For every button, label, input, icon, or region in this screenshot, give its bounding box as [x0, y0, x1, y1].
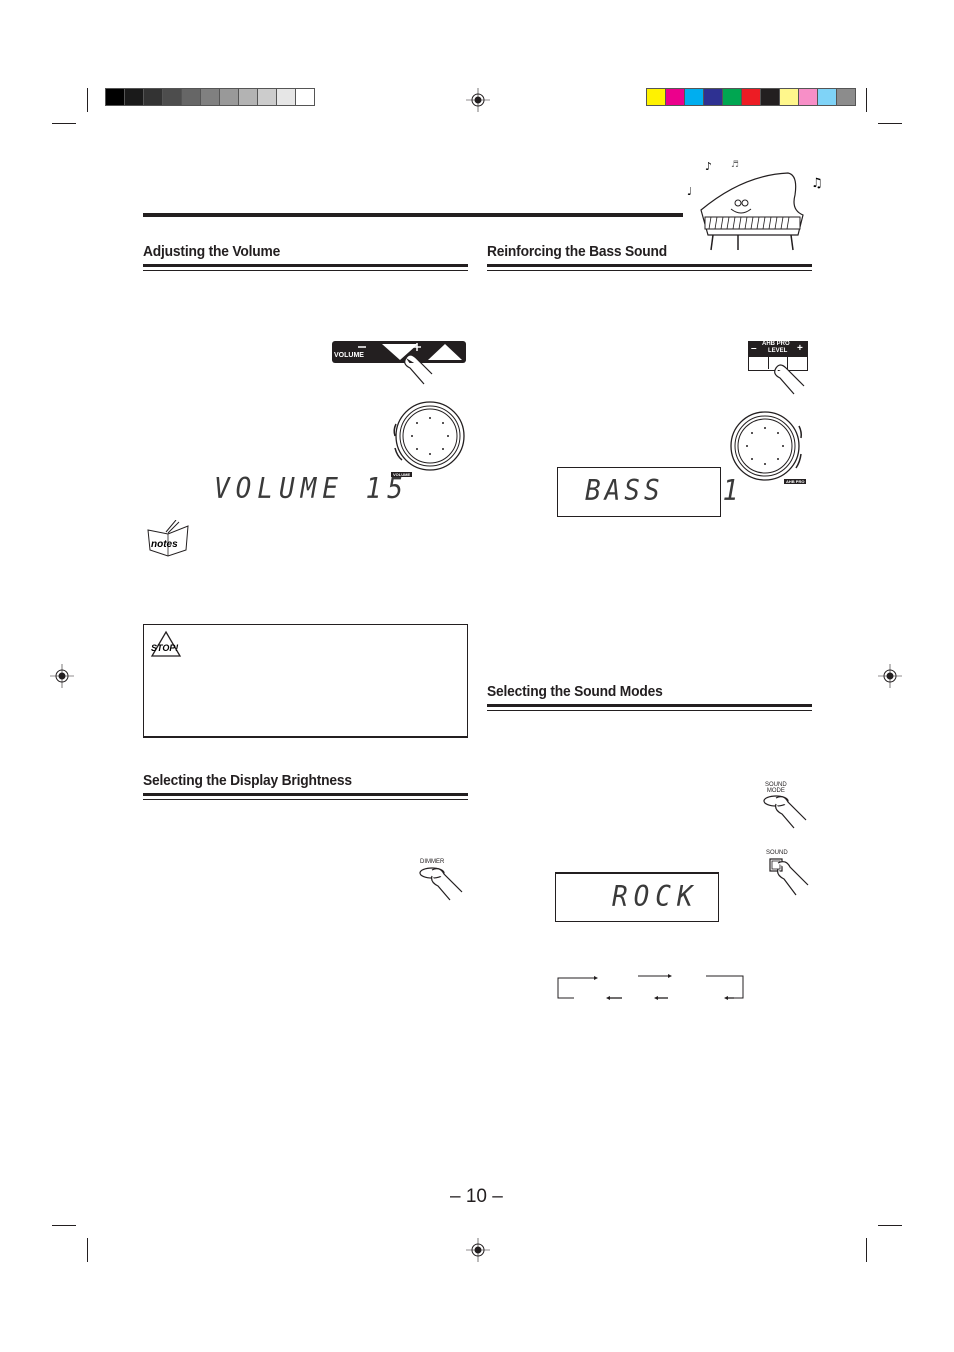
section-rule	[143, 270, 468, 271]
color-swatch	[780, 89, 799, 105]
color-swatch	[666, 89, 685, 105]
svg-text:STOP!: STOP!	[151, 643, 178, 653]
level-label: LEVEL	[768, 348, 788, 354]
finger-press-icon	[774, 364, 805, 395]
grayscale-swatch	[106, 89, 125, 105]
section-title-brightness: Selecting the Display Brightness	[143, 772, 352, 789]
color-calibration-bar	[646, 88, 856, 106]
svg-text:♪: ♪	[705, 160, 712, 173]
section-rule	[487, 704, 812, 707]
crop-mark	[52, 123, 76, 124]
section-title-bass: Reinforcing the Bass Sound	[487, 243, 668, 260]
grayscale-swatch	[239, 89, 258, 105]
piano-illustration-icon: ♪ ♩ ♫ ♬	[687, 160, 823, 251]
minus-label: –	[751, 343, 757, 354]
sound-mode-cycle-diagram	[557, 974, 744, 1000]
grayscale-swatch	[277, 89, 296, 105]
svg-text:♩: ♩	[687, 185, 692, 198]
ahb-pro-knob-label: AHB PRO	[784, 479, 807, 484]
volume-knob[interactable]	[388, 398, 468, 478]
volume-display: VOLUME 15	[214, 472, 409, 506]
crop-mark	[878, 1225, 902, 1226]
crop-mark	[87, 88, 88, 112]
crop-mark	[866, 1238, 867, 1262]
section-rule	[487, 264, 812, 267]
section-title-sound-modes: Selecting the Sound Modes	[487, 683, 663, 700]
color-swatch	[723, 89, 742, 105]
grayscale-swatch	[258, 89, 277, 105]
crop-mark	[87, 1238, 88, 1262]
bass-display: BASS 1	[585, 474, 743, 508]
ahb-pro-label: AHB PRO	[762, 341, 790, 347]
registration-mark-icon	[466, 1238, 490, 1262]
section-rule	[143, 793, 468, 796]
section-rule	[487, 710, 812, 711]
sound-button[interactable]	[768, 857, 812, 897]
sound-mode-button[interactable]	[762, 794, 812, 830]
color-swatch	[704, 89, 723, 105]
dimmer-button-label: DIMMER	[420, 859, 445, 865]
registration-mark-icon	[878, 664, 902, 688]
color-swatch	[647, 89, 666, 105]
grayscale-swatch	[220, 89, 239, 105]
section-rule	[487, 270, 812, 271]
section-title-volume: Adjusting the Volume	[143, 243, 281, 260]
sound-mode-display: ROCK	[612, 880, 699, 914]
color-swatch	[799, 89, 818, 105]
finger-press-icon	[404, 354, 433, 385]
caution-box	[143, 624, 468, 738]
grayscale-calibration-bar	[105, 88, 315, 106]
svg-text:♫: ♫	[811, 176, 823, 191]
stop-warning-icon: STOP!	[150, 630, 182, 657]
color-swatch	[837, 89, 855, 105]
grayscale-swatch	[125, 89, 144, 105]
grayscale-swatch	[201, 89, 220, 105]
color-swatch	[818, 89, 837, 105]
grayscale-swatch	[144, 89, 163, 105]
sound-mode-button-label: SOUND MODE	[765, 782, 787, 794]
volume-button-label: VOLUME	[334, 352, 364, 359]
svg-text:notes: notes	[151, 539, 178, 550]
color-swatch	[685, 89, 704, 105]
section-rule	[143, 264, 468, 267]
crop-mark	[878, 123, 902, 124]
registration-mark-icon	[50, 664, 74, 688]
sound-button-label: SOUND	[766, 850, 788, 856]
crop-mark	[52, 1225, 76, 1226]
grayscale-swatch	[296, 89, 314, 105]
registration-mark-icon	[466, 88, 490, 112]
grayscale-swatch	[163, 89, 182, 105]
svg-text:♬: ♬	[731, 160, 739, 170]
plus-label: +	[797, 343, 803, 354]
dimmer-button[interactable]	[418, 866, 468, 902]
section-rule	[143, 799, 468, 800]
color-swatch	[761, 89, 780, 105]
header-rule	[143, 213, 683, 217]
color-swatch	[742, 89, 761, 105]
page-number: – 10 –	[450, 1186, 503, 1207]
notes-icon: notes	[147, 520, 189, 557]
grayscale-swatch	[182, 89, 201, 105]
crop-mark	[866, 88, 867, 112]
